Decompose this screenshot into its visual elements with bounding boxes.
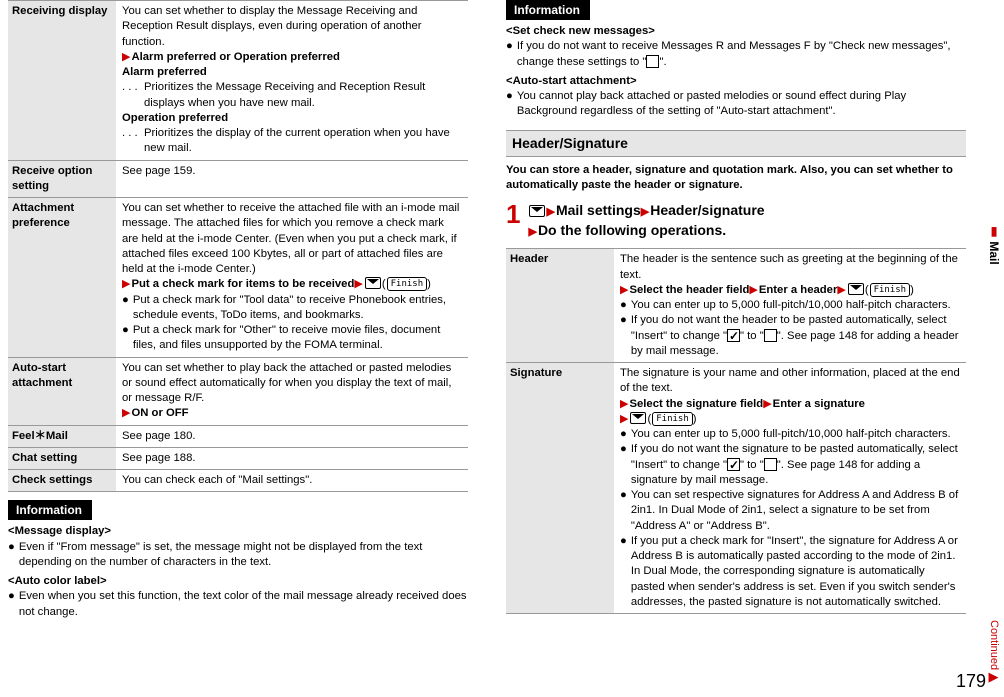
table-row: Attachment preference You can set whethe… (8, 198, 468, 358)
triangle-icon: ▶ (837, 283, 845, 298)
bullet-icon: ● (506, 39, 513, 54)
triangle-icon: ▶ (749, 283, 757, 298)
bullet-icon: ● (620, 298, 627, 313)
checkbox-checked-icon (727, 329, 740, 342)
row-content: The header is the sentence such as greet… (614, 249, 966, 363)
arrow-down-icon: ▶ (987, 670, 1002, 685)
triangle-icon: ▶ (620, 412, 628, 427)
table-row: Check settings You can check each of "Ma… (8, 470, 468, 492)
information-heading: Information (8, 500, 92, 520)
triangle-icon: ▶ (122, 406, 130, 421)
bullet-icon: ● (506, 89, 513, 104)
info-subhead: <Message display> (8, 524, 468, 539)
row-content: You can set whether to play back the att… (116, 357, 468, 425)
row-content: See page 180. (116, 425, 468, 447)
section-intro: You can store a header, signature and qu… (506, 163, 966, 194)
row-content: See page 188. (116, 447, 468, 469)
info-subhead: <Auto color label> (8, 574, 468, 589)
page-number: 179 (956, 669, 986, 693)
triangle-icon: ▶ (620, 283, 628, 298)
finish-label-icon: Finish (652, 412, 693, 426)
right-column: Information <Set check new messages> ●If… (506, 0, 966, 620)
mail-icon (529, 205, 545, 217)
row-label: Receiving display (8, 1, 116, 161)
mail-icon (848, 283, 864, 295)
table-row: Feel＊Mail See page 180. (8, 425, 468, 447)
left-column: Receiving display You can set whether to… (8, 0, 468, 620)
table-row: Signature The signature is your name and… (506, 363, 966, 614)
bullet-icon: ● (620, 313, 627, 328)
info-subhead: <Auto-start attachment> (506, 74, 966, 89)
triangle-icon: ▶ (546, 205, 554, 220)
table-row: Receiving display You can set whether to… (8, 1, 468, 161)
row-content: You can set whether to receive the attac… (116, 198, 468, 358)
step-number: 1 (506, 201, 520, 227)
checkbox-empty-icon (764, 458, 777, 471)
triangle-icon: ▶ (354, 277, 362, 292)
bullet-icon: ● (620, 427, 627, 442)
row-label: Receive option setting (8, 160, 116, 198)
row-content: The signature is your name and other inf… (614, 363, 966, 614)
triangle-icon: ▶ (122, 277, 130, 292)
triangle-icon: ▶ (763, 397, 771, 412)
row-label: Chat setting (8, 447, 116, 469)
row-content: You can check each of "Mail settings". (116, 470, 468, 492)
bullet-icon: ● (620, 534, 627, 549)
bullet-icon: ● (620, 442, 627, 457)
table-row: Header The header is the sentence such a… (506, 249, 966, 363)
row-label: Auto-start attachment (8, 357, 116, 425)
row-content: See page 159. (116, 160, 468, 198)
bullet-icon: ● (122, 293, 129, 308)
step-body: ▶Mail settings▶Header/signature ▶Do the … (528, 201, 764, 240)
table-row: Receive option setting See page 159. (8, 160, 468, 198)
triangle-icon: ▶ (528, 225, 536, 240)
row-label: Check settings (8, 470, 116, 492)
step-1: 1 ▶Mail settings▶Header/signature ▶Do th… (506, 201, 966, 240)
side-tab-mail: ▮ Mail (984, 220, 1004, 269)
info-subhead: <Set check new messages> (506, 24, 966, 39)
mail-icon (365, 277, 381, 289)
bullet-icon: ● (8, 589, 15, 604)
checkbox-empty-icon (764, 329, 777, 342)
mail-icon (630, 412, 646, 424)
bullet-icon: ● (122, 323, 129, 338)
bullet-icon: ● (620, 488, 627, 503)
triangle-icon: ▶ (122, 50, 130, 65)
row-label: Attachment preference (8, 198, 116, 358)
table-row: Chat setting See page 188. (8, 447, 468, 469)
checkbox-checked-icon (727, 458, 740, 471)
finish-label-icon: Finish (870, 283, 911, 297)
finish-label-icon: Finish (387, 277, 428, 291)
table-row: Auto-start attachment You can set whethe… (8, 357, 468, 425)
row-label: Header (506, 249, 614, 363)
row-content: You can set whether to display the Messa… (116, 1, 468, 161)
row-label: Feel＊Mail (8, 425, 116, 447)
bullet-icon: ● (8, 540, 15, 555)
continued-indicator: Continued▶ (985, 620, 1003, 685)
triangle-icon: ▶ (641, 205, 649, 220)
information-heading: Information (506, 0, 590, 20)
row-label: Signature (506, 363, 614, 614)
checkbox-empty-icon (646, 55, 659, 68)
triangle-icon: ▶ (620, 397, 628, 412)
right-settings-table: Header The header is the sentence such a… (506, 248, 966, 614)
section-title: Header/Signature (506, 130, 966, 157)
left-settings-table: Receiving display You can set whether to… (8, 0, 468, 492)
